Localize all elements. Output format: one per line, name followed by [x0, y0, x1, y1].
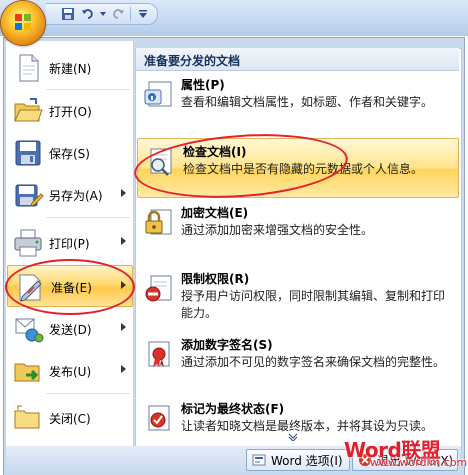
- submenu-title: 准备要分发的文档: [144, 54, 241, 68]
- submenu-arrow-icon: [121, 189, 126, 197]
- menu-item-open[interactable]: 打开(O): [6, 90, 132, 132]
- menu-item-label: 准备(E): [51, 281, 92, 295]
- prepare-item-desc: 授予用户访问权限，同时限制其编辑、复制和打印能力。: [181, 289, 446, 320]
- encrypt-lock-icon: [145, 209, 172, 235]
- menu-item-send[interactable]: 发送(D): [6, 308, 132, 350]
- undo-icon[interactable]: [80, 6, 96, 22]
- menu-item-label: 发送(D): [49, 323, 92, 337]
- redo-icon[interactable]: [110, 6, 126, 22]
- scroll-down-icon[interactable]: [288, 433, 298, 441]
- prepare-item-encrypt[interactable]: 加密文档(E) 通过添加加密来增强文档的安全性。: [136, 200, 459, 258]
- submenu-header: 准备要分发的文档: [136, 48, 459, 71]
- prepare-item-title: 加密文档(E): [181, 206, 249, 220]
- mark-final-icon: [148, 405, 170, 431]
- menu-item-label: 打印(P): [49, 237, 90, 251]
- save-disk-icon: [15, 140, 41, 166]
- printer-icon: [14, 229, 42, 257]
- prepare-item-desc: 检查文档中是否有隐藏的元数据或个人信息。: [183, 162, 424, 176]
- prepare-item-title: 标记为最终状态(F): [181, 402, 285, 416]
- word-options-label: Word 选项(I): [271, 453, 343, 468]
- menu-item-publish[interactable]: 发布(U): [6, 350, 132, 392]
- properties-icon: [144, 81, 172, 107]
- office-logo-icon: [15, 14, 31, 30]
- office-button[interactable]: [1, 1, 45, 45]
- prepare-item-title: 限制权限(R): [181, 272, 250, 286]
- save-as-icon: [15, 184, 44, 207]
- submenu-arrow-icon: [121, 281, 126, 289]
- close-folder-icon: [14, 405, 40, 429]
- menu-item-close[interactable]: 关闭(C): [6, 397, 132, 439]
- submenu-arrow-icon: [121, 365, 126, 373]
- quick-access-toolbar: [46, 3, 158, 25]
- publish-icon: [14, 363, 40, 382]
- office-menu-commands: 新建(N) 打开(O) 保存(S) 另存为(A) 打印(P) 准备(E) 发送(…: [6, 41, 134, 456]
- menu-item-prepare[interactable]: 准备(E): [7, 265, 133, 307]
- save-icon[interactable]: [60, 6, 76, 22]
- toolbar-divider: [130, 7, 131, 21]
- inspect-document-icon: [150, 148, 172, 176]
- open-folder-icon: [14, 98, 43, 122]
- prepare-item-desc: 查看和编辑文档属性，如标题、作者和关键字。: [181, 95, 434, 109]
- prepare-item-desc: 通过添加不可见的数字签名来确保文档的完整性。: [181, 355, 446, 369]
- prepare-item-signature[interactable]: 添加数字签名(S) 通过添加不可见的数字签名来确保文档的完整性。: [136, 332, 459, 392]
- word-options-button[interactable]: Word 选项(I): [246, 449, 350, 471]
- prepare-item-properties[interactable]: 属性(P) 查看和编辑文档属性，如标题、作者和关键字。: [136, 72, 459, 134]
- prepare-item-title: 添加数字签名(S): [181, 338, 273, 352]
- customize-dropdown-icon[interactable]: [135, 6, 151, 22]
- prepare-item-title: 检查文档(I): [183, 145, 247, 159]
- prepare-item-desc: 通过添加加密来增强文档的安全性。: [181, 223, 374, 237]
- menu-item-save-as[interactable]: 另存为(A): [6, 174, 132, 216]
- prepare-item-inspect[interactable]: 检查文档(I) 检查文档中是否有隐藏的元数据或个人信息。: [137, 138, 459, 198]
- site-watermark: Word联盟 www.wordlm.com: [340, 434, 468, 474]
- submenu-arrow-icon: [121, 237, 126, 245]
- prepare-item-mark-final[interactable]: 标记为最终状态(F) 让读者知晓文档是最终版本，并将其设为只读。: [136, 396, 459, 434]
- menu-item-label: 新建(N): [49, 62, 92, 76]
- menu-item-print[interactable]: 打印(P): [6, 222, 132, 264]
- options-icon: [252, 454, 266, 466]
- prepare-icon: [19, 274, 42, 302]
- menu-item-label: 保存(S): [49, 147, 90, 161]
- menu-item-label: 打开(O): [49, 105, 92, 119]
- menu-item-label: 关闭(C): [49, 412, 91, 426]
- send-icon: [15, 318, 44, 343]
- submenu-arrow-icon: [121, 323, 126, 331]
- undo-dropdown-icon[interactable]: [100, 6, 106, 22]
- menu-item-save[interactable]: 保存(S): [6, 132, 132, 174]
- prepare-item-title: 属性(P): [181, 78, 225, 92]
- digital-signature-icon: [148, 341, 170, 367]
- restrict-permission-icon: [145, 275, 172, 302]
- divider: [46, 393, 130, 394]
- prepare-item-desc: 让读者知晓文档是最终版本，并将其设为只读。: [181, 419, 434, 433]
- new-document-icon: [19, 54, 39, 82]
- menu-item-label: 另存为(A): [49, 189, 103, 203]
- prepare-item-restrict[interactable]: 限制权限(R) 授予用户访问权限，同时限制其编辑、复制和打印能力。: [136, 266, 459, 328]
- watermark-url: www.wordlm.com: [370, 456, 468, 469]
- menu-item-new[interactable]: 新建(N): [6, 47, 132, 89]
- menu-item-label: 发布(U): [49, 365, 92, 379]
- divider: [46, 217, 130, 218]
